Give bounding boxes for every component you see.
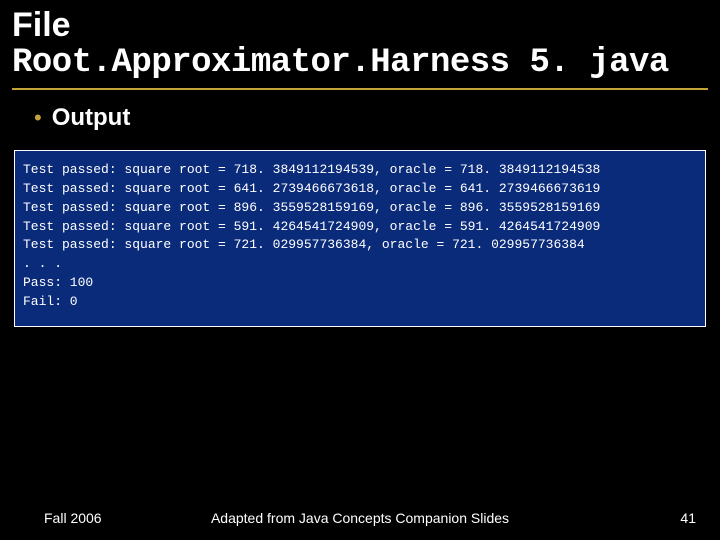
footer-center: Adapted from Java Concepts Companion Sli…: [0, 510, 720, 526]
bullet-row: • Output: [0, 90, 720, 132]
slide-title: File: [0, 0, 720, 42]
bullet-icon: •: [34, 107, 42, 129]
output-box: Test passed: square root = 718. 38491121…: [14, 150, 706, 327]
slide: File Root.Approximator.Harness 5. java •…: [0, 0, 720, 540]
bullet-text: Output: [52, 104, 131, 132]
footer-right: 41: [680, 510, 696, 526]
slide-subtitle: Root.Approximator.Harness 5. java: [0, 42, 720, 86]
